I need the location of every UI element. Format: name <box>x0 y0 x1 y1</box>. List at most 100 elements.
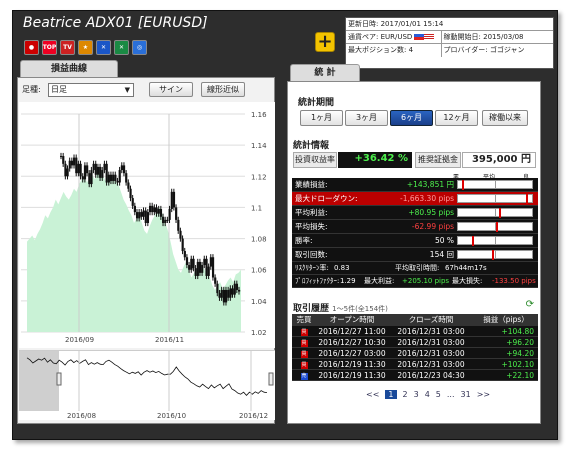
price-candle <box>159 208 163 217</box>
nav-x-tick-label: 2016/08 <box>67 412 96 420</box>
price-candle <box>149 205 152 213</box>
price-candle <box>127 182 130 189</box>
sine-button[interactable]: サイン <box>149 82 193 97</box>
jp-icon[interactable]: ● <box>24 40 39 55</box>
history-row[interactable]: 買 2016/12/27 10:30 2016/12/31 03:00 +96.… <box>292 337 538 348</box>
price-candle <box>168 208 171 220</box>
price-candle <box>79 163 82 177</box>
price-candle <box>162 216 165 223</box>
price-candle <box>122 165 126 174</box>
stat-row: 最大ドローダウン: -1,663.30 pips <box>292 192 538 206</box>
pagination: << 1 2 3 4 5 ... 31 >> <box>366 390 490 399</box>
foot-select[interactable]: 日足 ▼ <box>48 83 134 97</box>
pager-page-3[interactable]: 3 <box>414 390 419 399</box>
tab-stats[interactable]: 統 計 <box>290 64 360 81</box>
price-candle <box>135 212 139 219</box>
performance-gauge <box>457 180 533 190</box>
foot-label: 足種: <box>22 85 41 94</box>
stats-panel: 統計期間 1ヶ月 3ヶ月 6ヶ月 12ヶ月 稼働以来 統計情報 投資収益率 +3… <box>287 81 541 424</box>
price-candle <box>131 198 134 206</box>
pager-page-2[interactable]: 2 <box>403 390 408 399</box>
pnl-chart: 1.16 1.14 1.12 1.1 1.08 1.06 1.04 1.02 2016/09 20… <box>19 102 275 348</box>
stat-row-wide: ﾘｽｸﾘﾀｰﾝ率: 0.83 平均取引時間: 67h44m17s <box>292 262 538 275</box>
history-row[interactable]: 買 2016/12/27 11:00 2016/12/31 03:00 +104… <box>292 326 538 337</box>
price-candle <box>196 261 199 276</box>
price-candle <box>185 257 189 266</box>
pnl-panel: 足種: 日足 ▼ サイン 線形近似 1.16 1.14 1.12 1.1 1.08 1.06… <box>17 77 275 424</box>
pager-page-1[interactable]: 1 <box>385 390 397 399</box>
y-tick-label: 1.08 <box>251 236 267 244</box>
price-candle <box>112 174 115 181</box>
top100-icon[interactable]: TOP <box>42 40 57 55</box>
stat-row: 取引回数: 154 回 <box>292 248 538 262</box>
history-row[interactable]: 買 2016/12/19 11:30 2016/12/31 03:00 +102… <box>292 359 538 370</box>
price-candle <box>192 258 195 269</box>
period-3m-button[interactable]: 3ヶ月 <box>345 110 388 126</box>
price-candle <box>227 289 230 298</box>
price-candle <box>207 266 210 276</box>
price-candle <box>77 163 80 174</box>
price-candle <box>170 191 173 209</box>
stats-table: 業績損益: +143,851 円 最大ドローダウン: -1,663.30 pips … <box>292 178 538 288</box>
nav-x-tick-label: 2016/12 <box>239 412 268 420</box>
y-tick-label: 1.1 <box>251 204 262 212</box>
y-tick-label: 1.14 <box>251 142 267 150</box>
price-candle <box>214 277 217 284</box>
roi-label: 投資収益率 <box>293 152 337 168</box>
linear-approx-button[interactable]: 線形近似 <box>201 82 245 97</box>
price-candle <box>172 191 176 208</box>
period-6m-button[interactable]: 6ヶ月 <box>390 110 433 126</box>
tv-icon[interactable]: TV <box>60 40 75 55</box>
globe-icon[interactable]: ◎ <box>132 40 147 55</box>
add-favorite-button[interactable]: + <box>315 32 335 52</box>
price-candle <box>220 289 223 298</box>
chart-navigator[interactable]: 2016/08 2016/10 2016/12 <box>19 350 275 420</box>
price-candle <box>177 219 180 231</box>
price-candle <box>125 173 128 183</box>
price-candle <box>211 257 215 278</box>
price-candle <box>238 289 241 292</box>
price-candle <box>99 166 102 178</box>
stat-row: 勝率: 50 % <box>292 234 538 248</box>
pager-page-31[interactable]: 31 <box>461 390 471 399</box>
pager-last[interactable]: >> <box>477 390 490 399</box>
pnl-chart-svg: 1.16 1.14 1.12 1.1 1.08 1.06 1.04 1.02 2016/09 20… <box>21 111 267 344</box>
price-candle <box>116 180 119 183</box>
period-all-button[interactable]: 稼働以来 <box>482 110 528 126</box>
price-candle <box>229 288 232 298</box>
history-row[interactable]: 売 2016/12/19 11:30 2016/12/23 04:30 +22.… <box>292 370 538 381</box>
period-1m-button[interactable]: 1ヶ月 <box>300 110 343 126</box>
price-candle <box>101 170 104 178</box>
price-candle <box>68 160 71 169</box>
price-candle <box>144 210 147 223</box>
period-12m-button[interactable]: 12ヶ月 <box>435 110 478 126</box>
price-candle <box>88 173 91 185</box>
price-candle <box>133 205 137 213</box>
period-heading: 統計期間 <box>298 98 335 108</box>
award2-icon[interactable]: ✕ <box>114 40 129 55</box>
history-row[interactable]: 買 2016/12/27 03:00 2016/12/31 03:00 +94.… <box>292 348 538 359</box>
award-icon[interactable]: ★ <box>78 40 93 55</box>
tab-pnl-curve[interactable]: 損益曲線 <box>20 60 118 77</box>
price-candle <box>83 165 87 180</box>
margin-label: 推奨証拠金 <box>415 152 461 168</box>
margin-value: 395,000 円 <box>462 152 536 168</box>
pager-first[interactable]: << <box>366 390 379 399</box>
refresh-icon[interactable]: ⟳ <box>526 299 534 310</box>
price-candle <box>190 258 193 270</box>
price-candle <box>109 174 113 181</box>
y-tick-label: 1.04 <box>251 298 267 306</box>
price-candle <box>209 257 212 267</box>
pager-page-4[interactable]: 4 <box>425 390 430 399</box>
price-candle <box>118 170 121 183</box>
navigator-mask <box>19 351 59 411</box>
pager-page-5[interactable]: 5 <box>436 390 441 399</box>
chart-icon[interactable]: ✕ <box>96 40 111 55</box>
price-candle <box>60 156 63 158</box>
price-candle <box>198 261 202 273</box>
price-candle <box>153 207 156 213</box>
price-candle <box>105 163 108 183</box>
navigator-svg[interactable]: 2016/08 2016/10 2016/12 <box>19 351 275 421</box>
nav-handle-left <box>56 372 62 386</box>
x-tick-label: 2016/09 <box>65 336 94 344</box>
